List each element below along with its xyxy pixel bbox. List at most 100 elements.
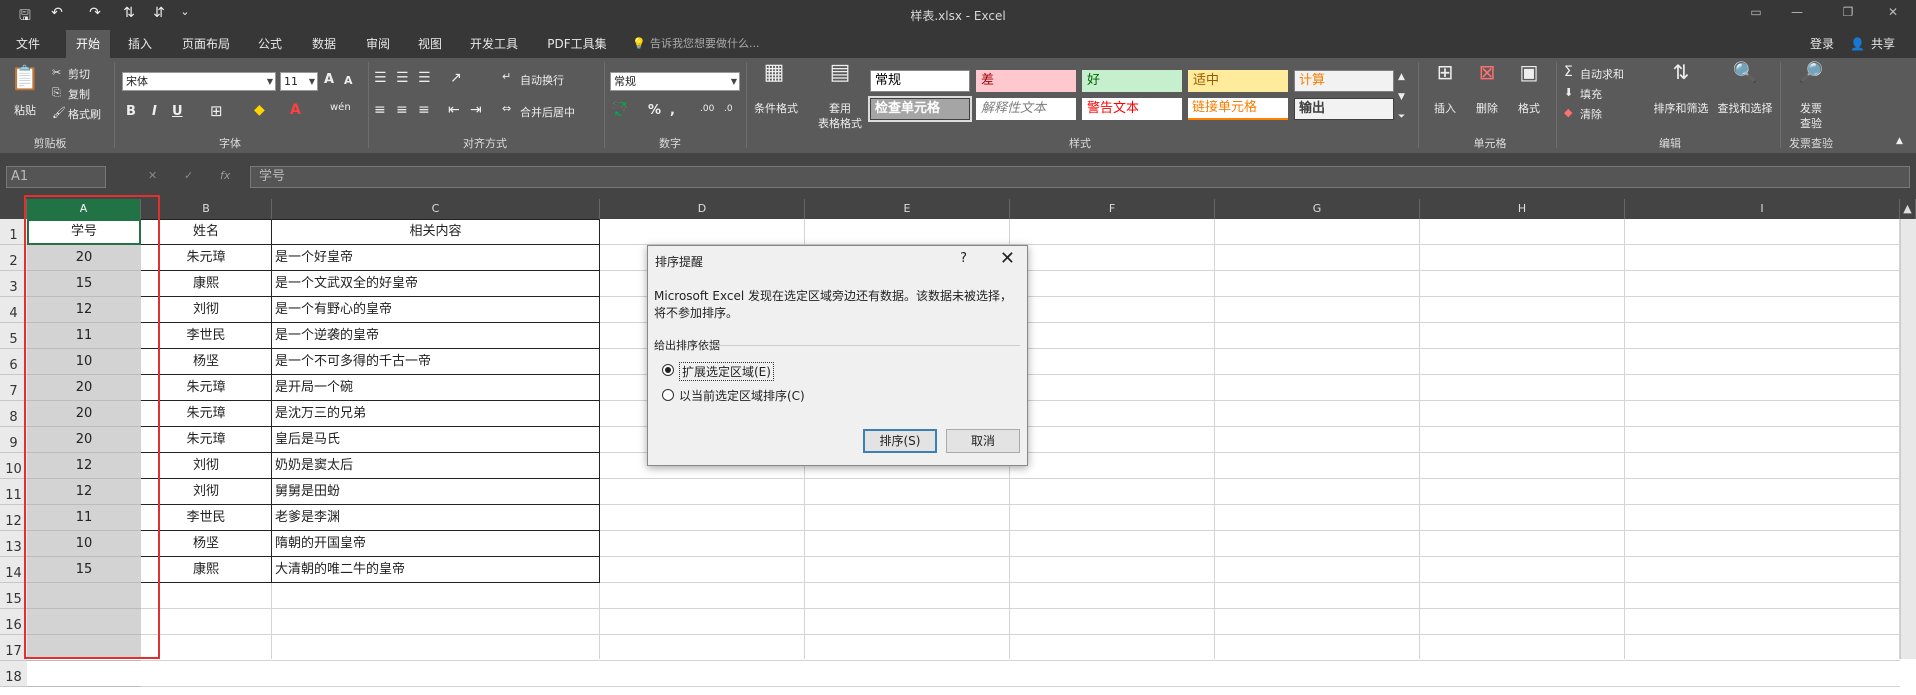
- help-icon[interactable]: ?: [960, 251, 967, 266]
- tab-review[interactable]: 审阅: [358, 30, 398, 58]
- column-header[interactable]: F: [1010, 199, 1215, 219]
- cell-style-2[interactable]: 好: [1082, 70, 1182, 92]
- cell-content[interactable]: 是开局一个碗: [272, 377, 599, 399]
- insert-function-icon[interactable]: fx: [220, 169, 230, 182]
- shrink-font-button[interactable]: A: [344, 74, 353, 87]
- row-header[interactable]: 3: [0, 271, 27, 297]
- sort-button[interactable]: 排序(S): [863, 429, 937, 453]
- column-header[interactable]: E: [805, 199, 1010, 219]
- cell-id[interactable]: 12: [29, 481, 139, 503]
- align-bottom-icon[interactable]: ☰: [418, 70, 431, 86]
- paste-icon[interactable]: 📋: [10, 64, 40, 92]
- cell-style-5[interactable]: 检查单元格: [868, 96, 972, 122]
- font-color-icon[interactable]: A: [290, 102, 301, 118]
- row-header[interactable]: 9: [0, 427, 27, 453]
- tab-data[interactable]: 数据: [304, 30, 344, 58]
- find-select-icon[interactable]: 🔍: [1730, 60, 1760, 84]
- cell-name[interactable]: 康熙: [141, 273, 271, 295]
- row-header[interactable]: 11: [0, 479, 27, 505]
- cell-style-3[interactable]: 适中: [1188, 70, 1288, 92]
- cell-style-4[interactable]: 计算: [1294, 70, 1394, 92]
- orientation-icon[interactable]: ↗: [450, 70, 462, 86]
- cell-id[interactable]: 10: [29, 533, 139, 555]
- phonetic-wen-icon[interactable]: wén: [330, 102, 351, 113]
- tab-view[interactable]: 视图: [410, 30, 450, 58]
- invoice-check-label-1[interactable]: 发票: [1790, 100, 1832, 116]
- row-header[interactable]: 8: [0, 401, 27, 427]
- cancel-button[interactable]: 取消: [946, 429, 1020, 453]
- row-header[interactable]: 10: [0, 453, 27, 479]
- cell-name[interactable]: 刘彻: [141, 455, 271, 477]
- find-select-button[interactable]: 查找和选择: [1714, 100, 1776, 116]
- current-selection-label[interactable]: 以当前选定区域排序(C): [679, 387, 805, 404]
- row-header[interactable]: 17: [0, 635, 27, 661]
- name-box[interactable]: A1: [6, 166, 106, 188]
- row-header[interactable]: 14: [0, 557, 27, 583]
- row-header[interactable]: 7: [0, 375, 27, 401]
- conditional-format-icon[interactable]: ▦: [756, 60, 792, 85]
- percent-button[interactable]: %: [648, 103, 661, 118]
- cell-content[interactable]: 是一个文武双全的好皇帝: [272, 273, 599, 295]
- row-header[interactable]: 4: [0, 297, 27, 323]
- cell-name[interactable]: 杨坚: [141, 351, 271, 373]
- cell-name[interactable]: 朱元璋: [141, 429, 271, 451]
- cancel-icon[interactable]: ✕: [148, 169, 157, 182]
- merge-center-button[interactable]: 合并后居中: [520, 104, 575, 120]
- cell-content[interactable]: 舅舅是田蚡: [272, 481, 599, 503]
- cell-content[interactable]: 是沈万三的兄弟: [272, 403, 599, 425]
- fill-icon[interactable]: ⬇: [1564, 86, 1573, 99]
- cell-style-6[interactable]: 解释性文本: [976, 98, 1076, 120]
- select-all-corner[interactable]: [0, 199, 27, 219]
- cut-button[interactable]: 剪切: [68, 66, 90, 82]
- cell-name[interactable]: 康熙: [141, 559, 271, 581]
- autosum-icon[interactable]: Σ: [1564, 64, 1573, 80]
- minimize-button[interactable]: —: [1782, 5, 1812, 25]
- increase-indent-icon[interactable]: ⇥: [470, 102, 482, 118]
- row-header[interactable]: 1: [0, 219, 27, 245]
- cell-header-name[interactable]: 姓名: [141, 221, 271, 243]
- row-header[interactable]: 2: [0, 245, 27, 271]
- cell-content[interactable]: 老爹是李渊: [272, 507, 599, 529]
- cell-name[interactable]: 朱元璋: [141, 377, 271, 399]
- gallery-more-icon[interactable]: ⏷: [1398, 112, 1405, 122]
- cell-id[interactable]: 11: [29, 325, 139, 347]
- delete-cells-button[interactable]: 删除: [1472, 100, 1502, 116]
- table-format-label-2[interactable]: 表格格式: [812, 115, 868, 131]
- cut-icon[interactable]: ✂: [52, 66, 61, 79]
- tab-developer[interactable]: 开发工具: [464, 30, 524, 58]
- column-header[interactable]: I: [1625, 199, 1900, 219]
- cell-id[interactable]: 12: [29, 299, 139, 321]
- column-header[interactable]: G: [1215, 199, 1420, 219]
- currency-icon[interactable]: 💱: [612, 102, 628, 117]
- align-top-icon[interactable]: ☰: [374, 70, 387, 86]
- cell-name[interactable]: 李世民: [141, 325, 271, 347]
- tab-pdf-tools[interactable]: PDF工具集: [540, 30, 614, 58]
- align-middle-icon[interactable]: ☰: [396, 70, 409, 86]
- column-header[interactable]: D: [600, 199, 805, 219]
- paste-button[interactable]: 粘贴: [8, 102, 42, 118]
- wrap-text-icon[interactable]: ↵: [502, 70, 511, 83]
- cell-id[interactable]: 10: [29, 351, 139, 373]
- row-header[interactable]: 5: [0, 323, 27, 349]
- cell-content[interactable]: 是一个逆袭的皇帝: [272, 325, 599, 347]
- scroll-up-icon[interactable]: ▲: [1900, 199, 1916, 219]
- invoice-check-label-2[interactable]: 查验: [1790, 115, 1832, 131]
- copy-icon[interactable]: ⎘: [52, 86, 61, 100]
- tab-home[interactable]: 开始: [66, 30, 110, 58]
- tab-page-layout[interactable]: 页面布局: [176, 30, 236, 58]
- cell-name[interactable]: 刘彻: [141, 299, 271, 321]
- row-header[interactable]: 18: [0, 661, 27, 687]
- decrease-indent-icon[interactable]: ⇤: [448, 102, 460, 118]
- gallery-up-icon[interactable]: ▲: [1398, 72, 1405, 82]
- align-left-icon[interactable]: ≡: [374, 102, 386, 118]
- tab-file[interactable]: 文件: [6, 30, 50, 58]
- cell-name[interactable]: 杨坚: [141, 533, 271, 555]
- tell-me-search[interactable]: 告诉我您想要做什么...: [650, 30, 760, 58]
- clear-icon[interactable]: ◆: [1564, 106, 1572, 119]
- cell-style-1[interactable]: 差: [976, 70, 1076, 92]
- enter-icon[interactable]: ✓: [184, 169, 193, 182]
- formula-input[interactable]: 学号: [250, 166, 1910, 188]
- format-cells-button[interactable]: 格式: [1514, 100, 1544, 116]
- column-header[interactable]: B: [141, 199, 272, 219]
- decrease-decimal-icon[interactable]: .0: [724, 104, 733, 114]
